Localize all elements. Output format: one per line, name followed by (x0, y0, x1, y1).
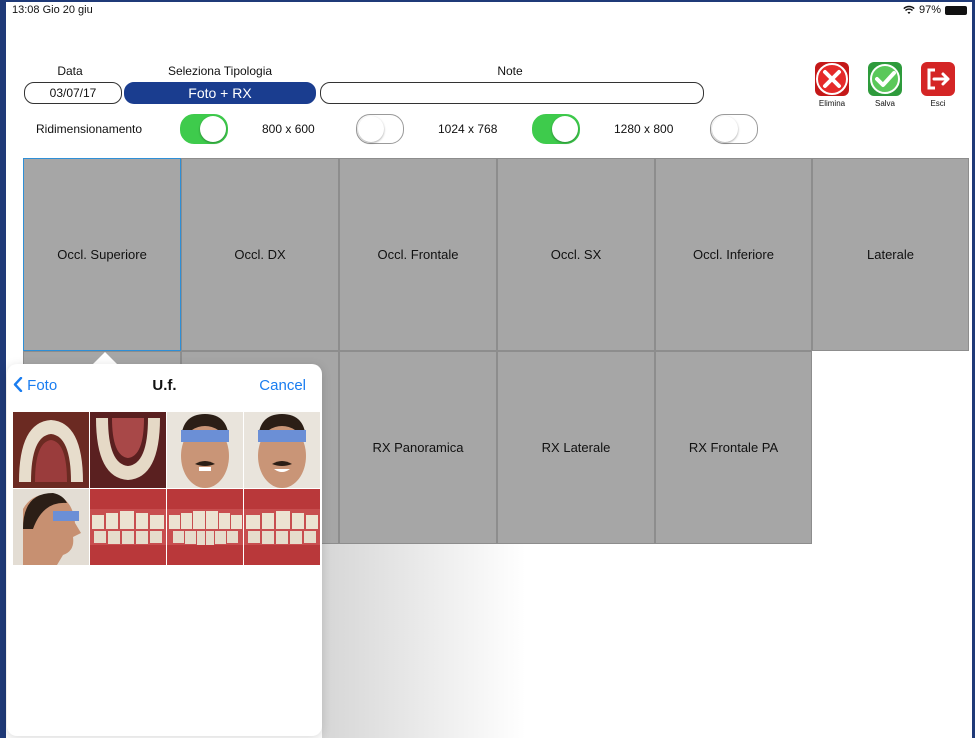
tile-occl-sx[interactable]: Occl. SX (497, 158, 655, 351)
status-time: 13:08 Gio 20 giu (12, 4, 93, 16)
option-800-label: 800 x 600 (262, 122, 315, 136)
popover-header: Foto U.f. Cancel (7, 364, 322, 408)
exit-door-icon (927, 68, 950, 90)
teeth-left-image (244, 489, 320, 565)
tile-rx-frontale-pa[interactable]: RX Frontale PA (655, 351, 812, 544)
toggle-knob (552, 116, 578, 142)
note-field[interactable] (320, 82, 704, 104)
window-frame-left (0, 0, 6, 738)
note-label: Note (497, 64, 523, 78)
data-field[interactable]: 03/07/17 (24, 82, 122, 104)
resize-label: Ridimensionamento (36, 122, 143, 136)
toggle-knob (358, 116, 384, 142)
tile-occl-frontale[interactable]: Occl. Frontale (339, 158, 497, 351)
battery-percent: 97% (918, 4, 941, 16)
tipologia-label: Seleziona Tipologia (167, 64, 273, 78)
photo-thumbnail-face-front-1[interactable] (167, 412, 243, 488)
tile-rx-panoramica[interactable]: RX Panoramica (339, 351, 497, 544)
delete-button[interactable] (815, 62, 849, 96)
option-1280-toggle[interactable] (710, 114, 758, 144)
status-right: 97% (903, 4, 967, 16)
tipologia-select[interactable]: Foto + RX (124, 82, 316, 104)
check-icon (870, 64, 900, 94)
option-1280-label: 1280 x 800 (614, 122, 674, 136)
teeth-front-image (167, 489, 243, 565)
photo-thumbnail-teeth-front[interactable] (167, 489, 243, 565)
cancel-button[interactable]: Cancel (259, 377, 306, 394)
battery-icon (945, 5, 967, 15)
face-profile-image (13, 489, 89, 565)
save-label: Salva (874, 99, 895, 108)
photo-thumbnail-upper-arch[interactable] (13, 412, 89, 488)
data-label: Data (57, 64, 83, 78)
delete-label: Elimina (818, 99, 846, 108)
face-smile-image (244, 412, 320, 488)
photo-thumbnail-lower-arch[interactable] (90, 412, 166, 488)
photo-thumbnail-teeth-left[interactable] (244, 489, 320, 565)
teeth-right-image (90, 489, 166, 565)
empty-area-shade (322, 544, 662, 738)
tile-occl-inferiore[interactable]: Occl. Inferiore (655, 158, 812, 351)
exit-label: Esci (930, 99, 946, 108)
tile-occl-superiore[interactable]: Occl. Superiore (23, 158, 181, 351)
lower-arch-image (90, 412, 166, 488)
wifi-icon (903, 5, 915, 14)
save-button[interactable] (868, 62, 902, 96)
option-1024-toggle[interactable] (532, 114, 580, 144)
tile-occl-dx[interactable]: Occl. DX (181, 158, 339, 351)
photo-thumbnail-teeth-right[interactable] (90, 489, 166, 565)
toggle-knob (712, 116, 738, 142)
popover-arrow (93, 352, 117, 364)
status-bar: 13:08 Gio 20 giu 97% (12, 4, 967, 18)
option-1024-label: 1024 x 768 (438, 122, 498, 136)
exit-button[interactable] (921, 62, 955, 96)
tile-laterale[interactable]: Laterale (812, 158, 969, 351)
face-front-image (167, 412, 243, 488)
resize-master-toggle[interactable] (180, 114, 228, 144)
option-800-toggle[interactable] (356, 114, 404, 144)
toggle-knob (200, 116, 226, 142)
tile-rx-laterale[interactable]: RX Laterale (497, 351, 655, 544)
window-frame-top (0, 0, 975, 2)
photo-picker-popover: Foto U.f. Cancel (7, 364, 322, 736)
close-x-icon (816, 63, 848, 95)
upper-arch-image (13, 412, 89, 488)
photo-thumbnail-face-profile[interactable] (13, 489, 89, 565)
photo-thumbnail-face-front-2[interactable] (244, 412, 320, 488)
